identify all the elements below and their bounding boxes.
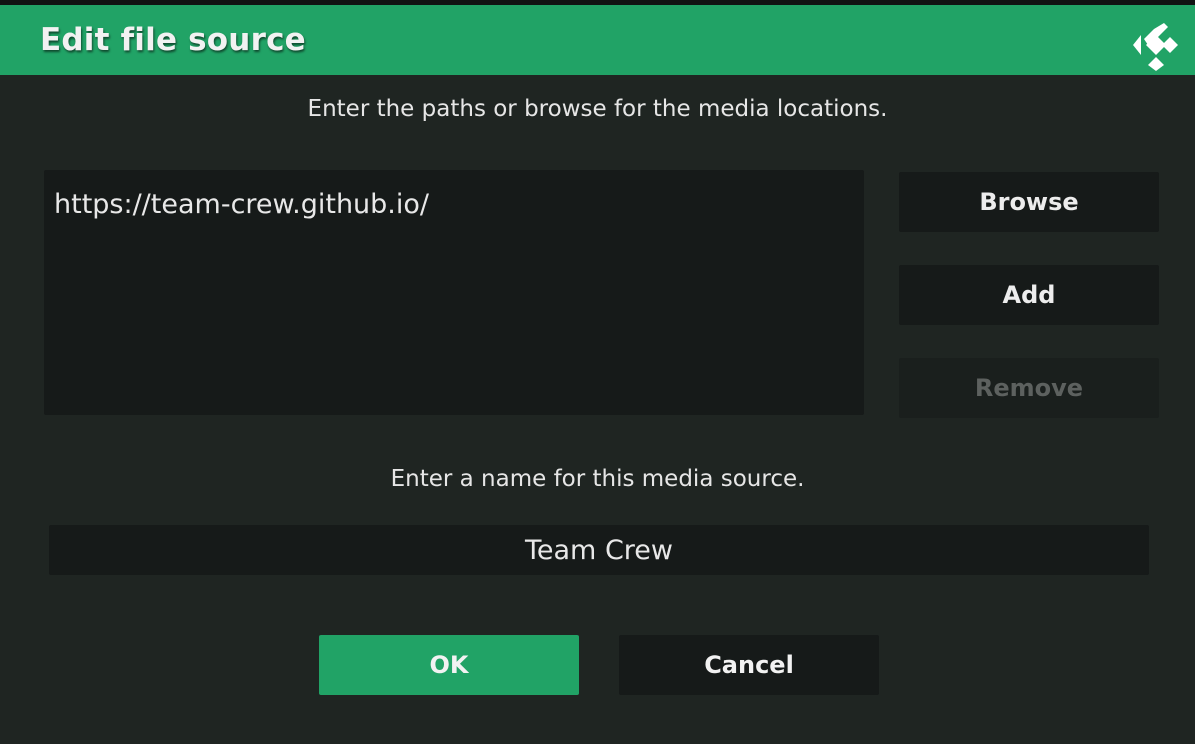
path-list-item[interactable]: https://team-crew.github.io/	[54, 189, 429, 220]
add-button[interactable]: Add	[899, 265, 1159, 325]
name-instruction: Enter a name for this media source.	[390, 466, 805, 492]
dialog-header: Edit file source	[0, 5, 1195, 75]
dialog-title: Edit file source	[40, 22, 306, 58]
ok-button[interactable]: OK	[319, 635, 579, 695]
kodi-logo-icon	[1133, 23, 1178, 71]
remove-button[interactable]: Remove	[899, 358, 1159, 418]
cancel-button[interactable]: Cancel	[619, 635, 879, 695]
source-name-field[interactable]: Team Crew	[49, 525, 1149, 575]
paths-list[interactable]: https://team-crew.github.io/	[44, 170, 864, 415]
browse-button[interactable]: Browse	[899, 172, 1159, 232]
paths-instruction: Enter the paths or browse for the media …	[307, 96, 888, 122]
